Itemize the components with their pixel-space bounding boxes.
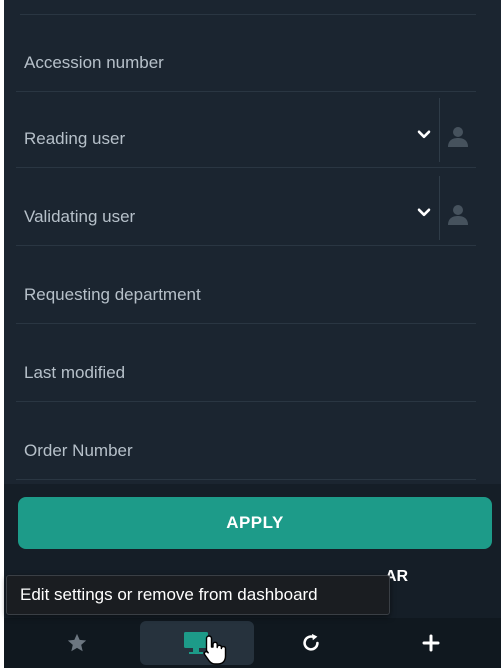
order-number-field[interactable]: Order Number [16, 404, 476, 480]
field-label: Validating user [24, 207, 136, 226]
chevron-down-icon[interactable] [416, 126, 432, 142]
last-modified-field[interactable]: Last modified [16, 326, 476, 402]
field-label: Last modified [24, 363, 126, 382]
tooltip: Edit settings or remove from dashboard [6, 575, 390, 615]
refresh-icon [303, 633, 319, 651]
field-label: Order Number [24, 441, 133, 460]
divider [20, 14, 476, 15]
hand-cursor-icon [203, 635, 227, 665]
requesting-department-field[interactable]: Requesting department [16, 248, 476, 324]
field-label: Requesting department [24, 285, 201, 304]
field-label: Accession number [24, 53, 164, 72]
add-tab[interactable] [374, 621, 488, 665]
person-icon[interactable] [446, 202, 470, 226]
star-icon [67, 633, 87, 652]
chevron-down-icon[interactable] [416, 204, 432, 220]
apply-button[interactable]: APPLY [18, 497, 492, 549]
refresh-tab[interactable] [254, 621, 368, 665]
field-label: Reading user [24, 129, 126, 148]
edit-settings-tab[interactable] [140, 621, 254, 665]
favorite-tab[interactable] [20, 621, 134, 665]
person-icon[interactable] [446, 124, 470, 148]
divider [439, 98, 440, 162]
plus-icon [422, 634, 440, 652]
divider [439, 176, 440, 240]
tooltip-text: Edit settings or remove from dashboard [20, 585, 318, 604]
accession-number-field[interactable]: Accession number [16, 16, 476, 92]
reading-user-field[interactable]: Reading user [16, 92, 476, 168]
validating-user-field[interactable]: Validating user [16, 170, 476, 246]
